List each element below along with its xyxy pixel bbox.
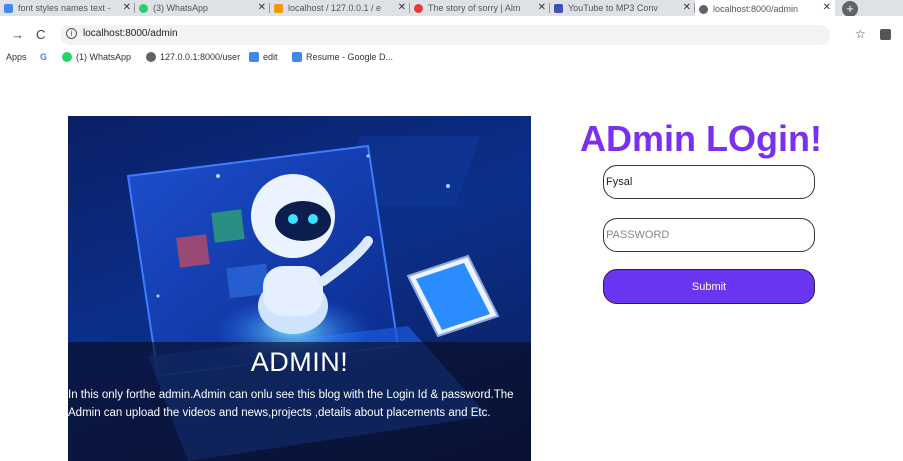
tab-youtube-mp3[interactable]: YouTube to MP3 Conv ✕ xyxy=(550,0,695,16)
tab-story-of-sorry[interactable]: The story of sorry | Alm ✕ xyxy=(410,0,550,16)
admin-hero-banner: ADMIN! In this only forthe admin.Admin c… xyxy=(68,116,531,461)
tab-whatsapp[interactable]: (3) WhatsApp ✕ xyxy=(135,0,270,16)
tab-phpmyadmin[interactable]: localhost / 127.0.0.1 / e ✕ xyxy=(270,0,410,16)
tab-font-styles[interactable]: font styles names text - ✕ xyxy=(0,0,135,16)
globe-icon xyxy=(146,52,156,62)
bookmark-local-user[interactable]: 127.0.0.1:8000/user xyxy=(146,52,240,62)
info-icon[interactable]: i xyxy=(66,28,77,39)
docs-icon xyxy=(292,52,302,62)
docs-icon xyxy=(249,52,259,62)
tab-strip: font styles names text - ✕ (3) WhatsApp … xyxy=(0,0,903,16)
password-input[interactable] xyxy=(603,218,815,252)
bookmark-google[interactable]: G xyxy=(40,52,47,62)
tab-label: The story of sorry | Alm xyxy=(428,3,521,13)
bookmark-resume[interactable]: Resume - Google D... xyxy=(292,52,393,62)
bookmarks-bar: Apps G (1) WhatsApp 127.0.0.1:8000/user … xyxy=(0,48,903,68)
tab-label: localhost:8000/admin xyxy=(713,4,799,14)
globe-favicon-icon xyxy=(699,4,708,14)
url-text[interactable]: localhost:8000/admin xyxy=(83,28,178,39)
submit-button[interactable]: Submit xyxy=(603,269,815,304)
hero-description: In this only forthe admin.Admin can onlu… xyxy=(68,389,514,419)
bookmark-edit[interactable]: edit xyxy=(249,52,278,62)
converter-favicon-icon xyxy=(554,3,563,13)
reload-icon[interactable]: C xyxy=(36,27,45,42)
bookmark-apps[interactable]: Apps xyxy=(6,52,27,62)
google-favicon-icon xyxy=(4,3,13,13)
username-input[interactable] xyxy=(603,165,815,199)
tab-label: YouTube to MP3 Conv xyxy=(568,3,658,13)
tab-label: (3) WhatsApp xyxy=(153,3,209,13)
close-tab-icon[interactable]: ✕ xyxy=(258,2,266,13)
phpmyadmin-favicon-icon xyxy=(274,3,283,13)
close-tab-icon[interactable]: ✕ xyxy=(823,2,831,13)
new-tab-button[interactable]: + xyxy=(842,1,858,16)
hero-title: ADMIN! xyxy=(250,347,349,377)
close-tab-icon[interactable]: ✕ xyxy=(398,2,406,13)
bookmark-whatsapp[interactable]: (1) WhatsApp xyxy=(62,52,131,62)
close-tab-icon[interactable]: ✕ xyxy=(123,2,131,13)
star-bookmark-icon[interactable]: ☆ xyxy=(855,27,866,41)
close-tab-icon[interactable]: ✕ xyxy=(683,2,691,13)
tab-label: font styles names text - xyxy=(18,3,111,13)
whatsapp-icon xyxy=(62,52,72,62)
tab-admin-active[interactable]: localhost:8000/admin ✕ xyxy=(695,0,835,16)
forward-arrow-icon[interactable]: → xyxy=(11,27,24,42)
close-tab-icon[interactable]: ✕ xyxy=(538,2,546,13)
extension-icon[interactable] xyxy=(880,29,891,40)
tab-label: localhost / 127.0.0.1 / e xyxy=(288,3,382,13)
red-favicon-icon xyxy=(414,3,423,13)
login-title: ADmin LOgin! xyxy=(580,118,822,159)
whatsapp-favicon-icon xyxy=(139,3,148,13)
